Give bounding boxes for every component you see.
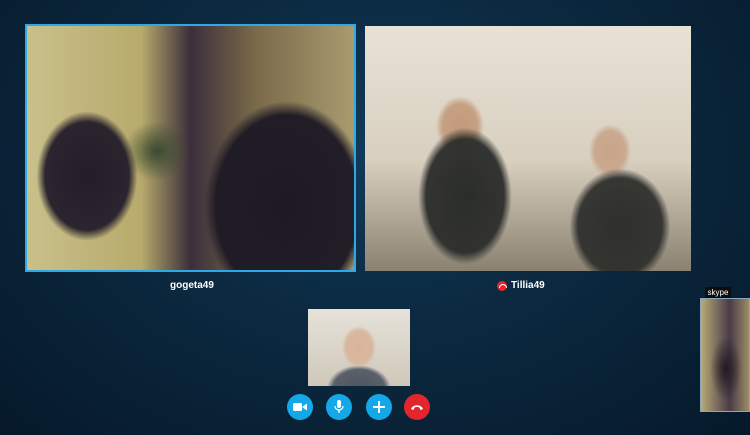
- add-participant-button[interactable]: [366, 394, 392, 420]
- mute-microphone-button[interactable]: [326, 394, 352, 420]
- participant-name-label: gogeta49: [170, 280, 214, 291]
- participant-name-tillia49: Tillia49: [497, 280, 545, 291]
- participant-video-gogeta49[interactable]: [25, 24, 356, 272]
- end-call-button[interactable]: [404, 394, 430, 420]
- hang-up-status-icon: [497, 280, 507, 291]
- video-toggle-button[interactable]: [287, 394, 313, 420]
- participant-video-tillia49[interactable]: [365, 26, 691, 271]
- participant-name-gogeta49: gogeta49: [170, 280, 214, 291]
- plus-icon: [373, 401, 385, 413]
- microphone-icon: [334, 400, 344, 413]
- end-call-icon: [411, 405, 423, 410]
- participant-name-label: Tillia49: [511, 280, 545, 291]
- video-camera-icon: [293, 403, 307, 411]
- minimized-call-window[interactable]: [700, 298, 750, 412]
- self-view-video[interactable]: [308, 309, 410, 386]
